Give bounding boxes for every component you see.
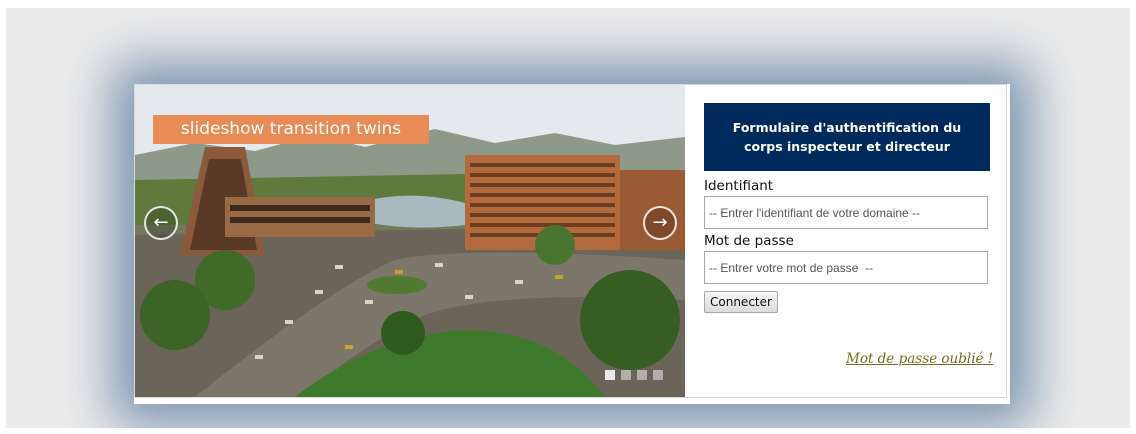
slideshow: slideshow transition twins ← → xyxy=(135,85,685,397)
password-input[interactable] xyxy=(704,251,988,284)
form-title: Formulaire d'authentification du corps i… xyxy=(704,103,990,171)
slide-caption: slideshow transition twins xyxy=(153,115,429,144)
login-form: Formulaire d'authentification du corps i… xyxy=(704,103,990,313)
login-card: slideshow transition twins ← → Formulair… xyxy=(134,84,1007,398)
arrow-left-icon[interactable]: ← xyxy=(144,206,178,240)
slide-dot-2[interactable] xyxy=(621,370,631,380)
slide-indicators xyxy=(605,370,663,380)
username-input[interactable] xyxy=(704,196,988,229)
password-label: Mot de passe xyxy=(704,233,794,249)
slide-dot-4[interactable] xyxy=(653,370,663,380)
forgot-password-link[interactable]: Mot de passe oublié ! xyxy=(846,351,993,367)
connect-button[interactable]: Connecter xyxy=(704,291,778,313)
slide-dot-1[interactable] xyxy=(605,370,615,380)
page-background: slideshow transition twins ← → Formulair… xyxy=(6,8,1130,428)
arrow-right-icon[interactable]: → xyxy=(643,206,677,240)
username-label: Identifiant xyxy=(704,178,774,194)
slide-dot-3[interactable] xyxy=(637,370,647,380)
